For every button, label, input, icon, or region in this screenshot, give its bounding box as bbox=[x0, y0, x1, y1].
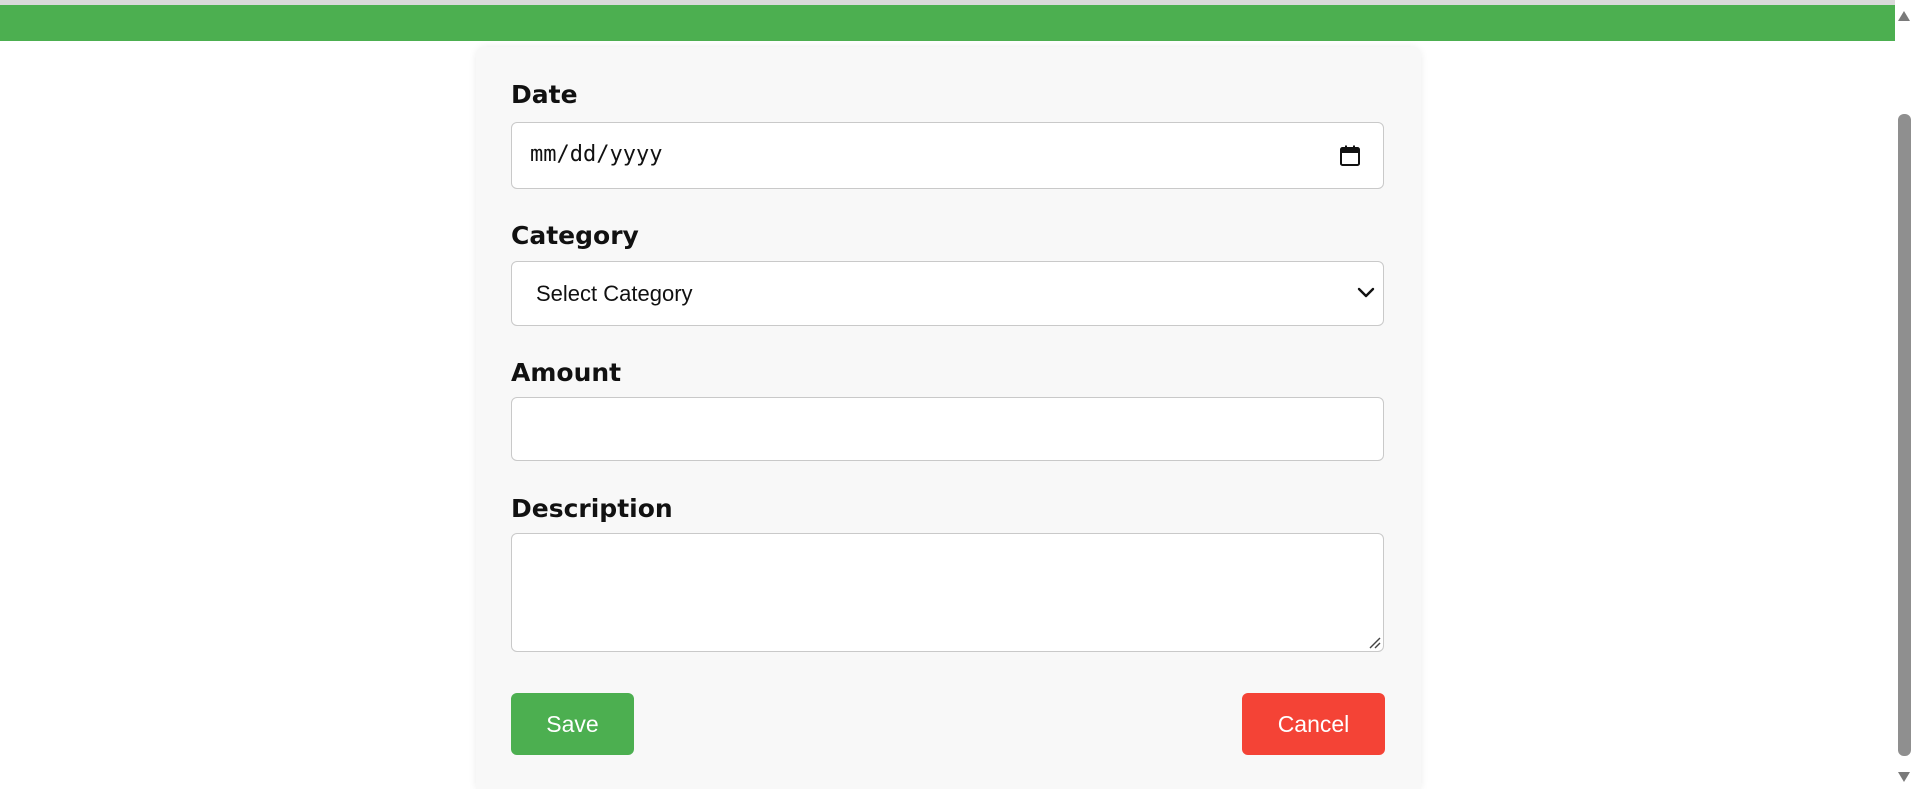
calendar-icon[interactable] bbox=[1339, 145, 1361, 167]
description-textarea[interactable] bbox=[511, 533, 1384, 652]
chevron-down-icon bbox=[1357, 287, 1375, 298]
date-placeholder: mm/dd/yyyy bbox=[530, 142, 663, 167]
amount-label: Amount bbox=[511, 358, 622, 387]
date-input[interactable]: mm/dd/yyyy bbox=[511, 122, 1384, 189]
scroll-up-arrow-icon[interactable] bbox=[1897, 10, 1911, 22]
save-button[interactable]: Save bbox=[511, 693, 634, 755]
category-label: Category bbox=[511, 221, 639, 250]
category-select[interactable]: Select Category bbox=[511, 261, 1384, 326]
category-selected-value: Select Category bbox=[536, 281, 693, 306]
amount-input[interactable] bbox=[511, 397, 1384, 461]
date-label: Date bbox=[511, 80, 578, 109]
description-label: Description bbox=[511, 494, 673, 523]
resize-handle-icon[interactable] bbox=[1367, 635, 1381, 649]
scrollbar-thumb[interactable] bbox=[1898, 114, 1911, 756]
vertical-scrollbar[interactable] bbox=[1895, 0, 1911, 789]
header-bar bbox=[0, 5, 1895, 41]
cancel-button[interactable]: Cancel bbox=[1242, 693, 1385, 755]
scroll-down-arrow-icon[interactable] bbox=[1897, 771, 1911, 783]
expense-form: Date mm/dd/yyyy Category Select Category… bbox=[476, 47, 1421, 789]
page: Date mm/dd/yyyy Category Select Category… bbox=[0, 0, 1911, 789]
